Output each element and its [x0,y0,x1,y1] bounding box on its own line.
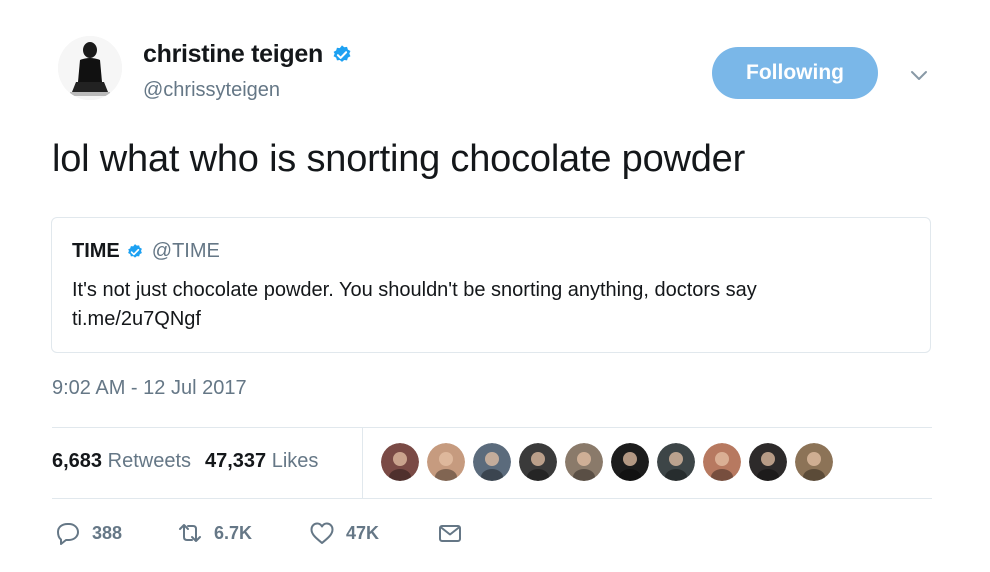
tweet-actions: 388 6.7K 47K [54,519,464,547]
liker-avatar-7[interactable] [657,443,695,481]
tweet-stats: 6,683 Retweets 47,337 Likes [52,450,318,473]
divider [52,427,932,428]
retweet-count: 6.7K [214,522,253,543]
author-handle[interactable]: @chrissyteigen [143,79,280,102]
retweet-icon [179,524,201,542]
liker-avatar-10[interactable] [795,443,833,481]
divider [52,498,932,499]
liker-avatar-2[interactable] [427,443,465,481]
divider [362,427,363,498]
reply-icon [57,523,79,545]
quoted-tweet-body: It's not just chocolate powder. You shou… [72,279,757,301]
liker-avatar-1[interactable] [381,443,419,481]
author-name[interactable]: christine teigen [143,40,323,69]
likes-count: 47,337 [205,450,267,472]
quoted-author-handle: @TIME [151,240,220,262]
reply-button[interactable]: 388 [54,519,176,547]
direct-message-button[interactable] [436,519,464,547]
quoted-author-row: TIME @TIME [72,240,220,263]
likers-facepile [381,443,833,481]
likes-stat[interactable]: 47,337 Likes [205,450,318,473]
chevron-down-icon[interactable] [905,62,933,90]
reply-count: 388 [92,522,123,543]
liker-avatar-3[interactable] [473,443,511,481]
quoted-tweet-link[interactable]: ti.me/2u7QNgf [72,305,912,334]
verified-badge-icon [333,44,351,62]
retweet-button[interactable]: 6.7K [176,519,308,547]
liker-avatar-9[interactable] [749,443,787,481]
quoted-author-name: TIME [72,240,120,262]
like-button[interactable]: 47K [308,519,436,547]
quoted-tweet-text: It's not just chocolate powder. You shou… [72,276,912,334]
envelope-icon [439,525,461,542]
heart-icon [310,522,334,544]
tweet-text: lol what who is snorting chocolate powde… [52,138,746,180]
author-name-row: christine teigen [143,40,353,69]
liker-avatar-4[interactable] [519,443,557,481]
following-button[interactable]: Following [712,47,878,99]
retweets-stat[interactable]: 6,683 Retweets [52,450,191,473]
tweet-timestamp[interactable]: 9:02 AM - 12 Jul 2017 [52,377,247,400]
liker-avatar-8[interactable] [703,443,741,481]
verified-badge-icon [127,243,142,258]
profile-avatar[interactable] [58,36,122,100]
likes-label: Likes [271,450,319,472]
like-count: 47K [346,522,380,543]
liker-avatar-6[interactable] [611,443,649,481]
retweets-count: 6,683 [52,450,103,472]
retweets-label: Retweets [107,450,191,472]
liker-avatar-5[interactable] [565,443,603,481]
